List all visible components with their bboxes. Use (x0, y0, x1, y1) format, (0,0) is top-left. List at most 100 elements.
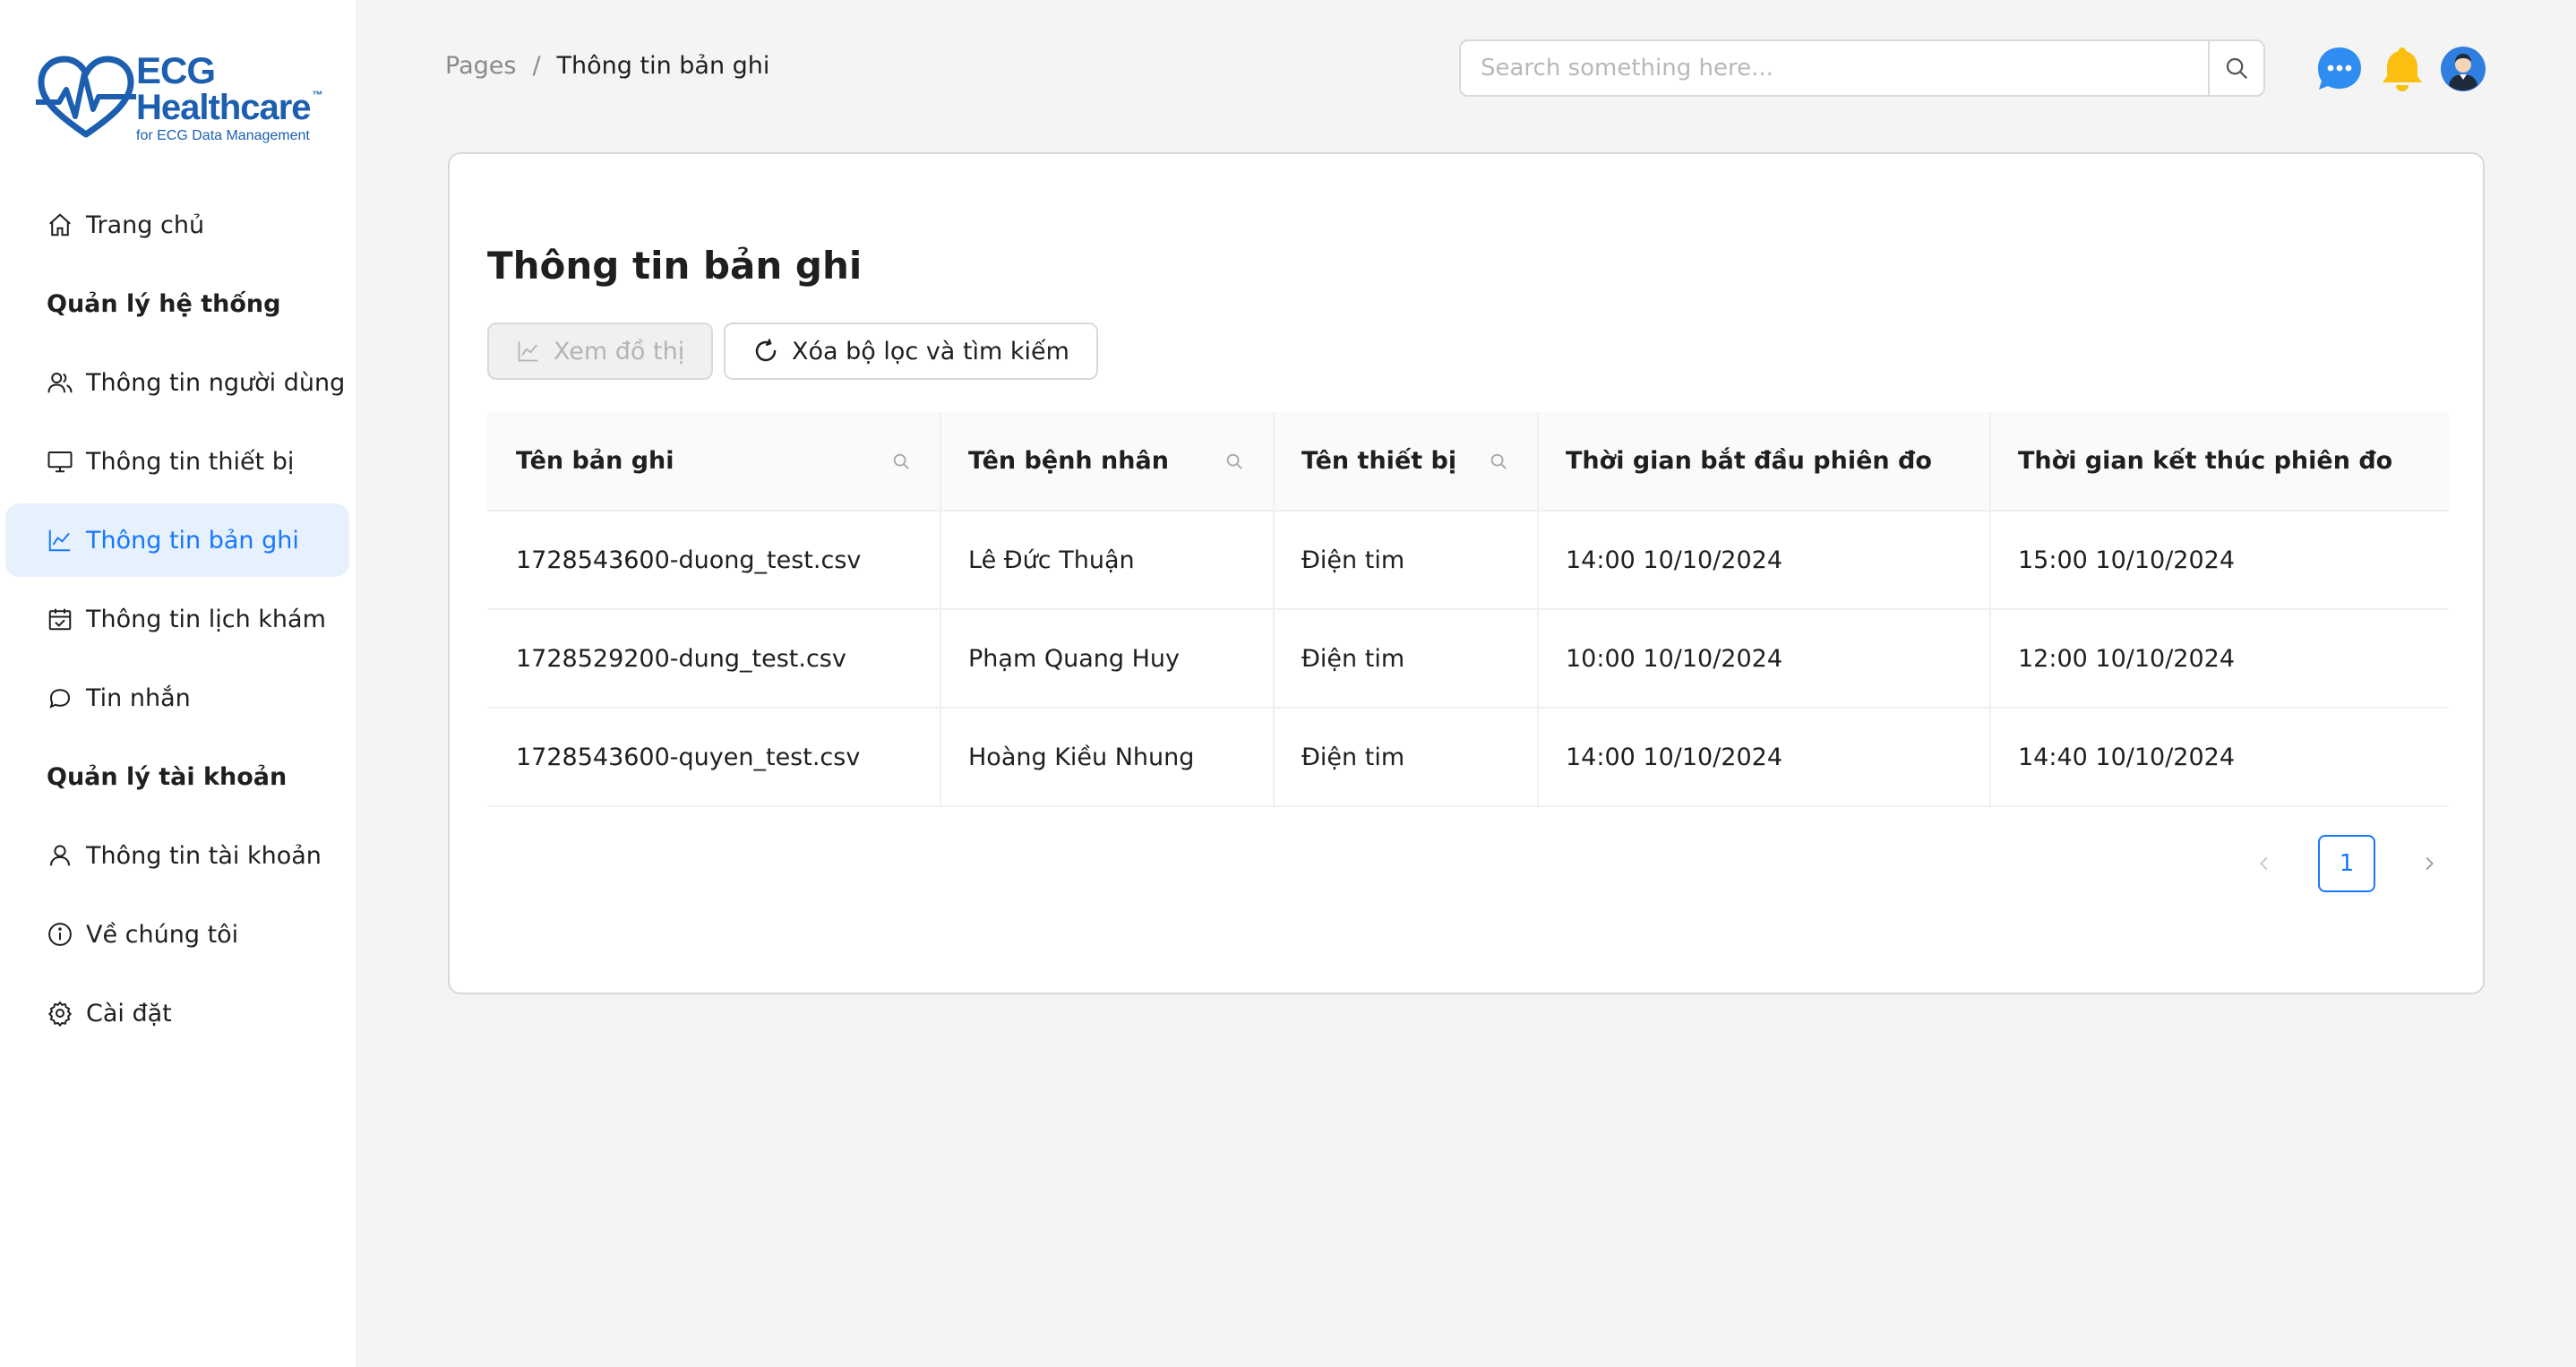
sidebar-item-label: Thông tin thiết bị (86, 447, 295, 476)
reload-icon (755, 339, 777, 362)
cell-device-name: Điện tim (1273, 511, 1537, 610)
filter-search-icon[interactable] (1489, 451, 1508, 471)
chat-icon (47, 684, 73, 711)
search-button[interactable] (2208, 41, 2263, 95)
column-header-label: Tên thiết bị (1301, 447, 1457, 475)
cell-start-time: 14:00 10/10/2024 (1537, 708, 1989, 807)
sidebar-item-label: Thông tin tài khoản (86, 841, 322, 870)
sidebar-item-messages[interactable]: Tin nhắn (5, 661, 349, 735)
sidebar-item-about[interactable]: Về chúng tôi (5, 898, 349, 971)
cell-record-name: 1728543600-quyen_test.csv (487, 708, 940, 807)
cell-start-time: 14:00 10/10/2024 (1537, 511, 1989, 610)
cell-record-name: 1728529200-dung_test.csv (487, 609, 940, 709)
monitor-icon (47, 448, 73, 475)
reset-filter-label: Xóa bộ lọc và tìm kiếm (792, 337, 1069, 365)
column-header-patient-name: Tên bệnh nhân (940, 412, 1273, 512)
table-row[interactable]: 1728529200-dung_test.csv Phạm Quang Huy … (487, 609, 2449, 709)
heart-pulse-icon (36, 56, 136, 138)
line-chart-icon (47, 527, 73, 554)
cell-end-time: 14:40 10/10/2024 (1989, 708, 2449, 807)
page-title: Thông tin bản ghi (487, 244, 863, 288)
brand-text: ECG Healthcare ™ for ECG Data Management (136, 49, 323, 143)
records-table: Tên bản ghi Tên bệnh nhân Tên thiết bị T… (487, 412, 2449, 807)
column-header-label: Thời gian bắt đầu phiên đo (1566, 447, 1932, 475)
cell-record-name: 1728543600-duong_test.csv (487, 511, 940, 610)
line-chart-icon (518, 341, 538, 362)
sidebar-group-system: Quản lý hệ thống (47, 289, 281, 318)
sidebar-item-records[interactable]: Thông tin bản ghi (5, 503, 349, 577)
pagination: 1 (2246, 835, 2447, 892)
column-header-label: Tên bệnh nhân (968, 447, 1169, 475)
sidebar-item-label: Thông tin người dùng (86, 368, 346, 397)
table-row[interactable]: 1728543600-quyen_test.csv Hoàng Kiều Nhu… (487, 708, 2449, 807)
column-header-start-time: Thời gian bắt đầu phiên đo (1537, 412, 1989, 512)
next-page-button[interactable] (2411, 846, 2447, 881)
breadcrumb-root[interactable]: Pages (445, 52, 516, 80)
brand-line1: ECG (136, 49, 216, 91)
cell-end-time: 12:00 10/10/2024 (1989, 609, 2449, 709)
search-input[interactable] (1461, 41, 2208, 95)
gear-icon (47, 1000, 73, 1027)
sidebar-item-label: Thông tin lịch khám (86, 605, 326, 633)
search-box (1459, 39, 2265, 97)
cell-patient-name: Phạm Quang Huy (940, 609, 1273, 709)
sidebar-item-account[interactable]: Thông tin tài khoản (5, 819, 349, 892)
records-card: Thông tin bản ghi Xem đồ thị Xóa bộ lọc … (448, 152, 2485, 994)
sidebar-item-label: Thông tin bản ghi (86, 526, 299, 555)
avatar[interactable] (2440, 46, 2486, 92)
cell-start-time: 10:00 10/10/2024 (1537, 609, 1989, 709)
column-header-label: Tên bản ghi (516, 447, 674, 475)
sidebar-item-settings[interactable]: Cài đặt (5, 976, 349, 1050)
cell-patient-name: Lê Đức Thuận (940, 511, 1273, 610)
sidebar-item-label: Về chúng tôi (86, 920, 239, 949)
sidebar-item-schedule[interactable]: Thông tin lịch khám (5, 582, 349, 656)
table-header-row: Tên bản ghi Tên bệnh nhân Tên thiết bị T… (487, 412, 2449, 512)
cell-patient-name: Hoàng Kiều Nhung (940, 708, 1273, 807)
sidebar-group-account: Quản lý tài khoản (47, 762, 288, 791)
calendar-icon (47, 606, 73, 632)
column-header-device-name: Tên thiết bị (1273, 412, 1537, 512)
column-header-record-name: Tên bản ghi (487, 412, 940, 512)
notifications-button[interactable] (2379, 46, 2426, 92)
cell-end-time: 15:00 10/10/2024 (1989, 511, 2449, 610)
search-icon (2226, 57, 2248, 80)
sidebar: ECG Healthcare ™ for ECG Data Management … (0, 0, 356, 1367)
sidebar-item-label: Trang chủ (86, 211, 205, 239)
column-header-end-time: Thời gian kết thúc phiên đo (1989, 412, 2449, 512)
breadcrumb-separator: / (532, 52, 541, 80)
sidebar-item-label: Cài đặt (86, 999, 172, 1027)
brand-tagline: for ECG Data Management (136, 128, 310, 143)
cell-device-name: Điện tim (1273, 708, 1537, 807)
view-chart-button[interactable]: Xem đồ thị (487, 322, 714, 380)
view-chart-label: Xem đồ thị (554, 337, 685, 365)
sidebar-item-devices[interactable]: Thông tin thiết bị (5, 425, 349, 498)
bell-icon (2383, 47, 2422, 91)
sidebar-item-label: Tin nhắn (86, 684, 191, 712)
table-row[interactable]: 1728543600-duong_test.csv Lê Đức Thuận Đ… (487, 511, 2449, 610)
brand-name: Healthcare (136, 88, 312, 127)
avatar-icon (2441, 47, 2486, 91)
messages-button[interactable] (2316, 46, 2363, 92)
sidebar-nav: Trang chủ Quản lý hệ thống Thông tin ngư… (5, 188, 349, 1055)
sidebar-item-users[interactable]: Thông tin người dùng (5, 346, 349, 419)
breadcrumb: Pages / Thông tin bản ghi (445, 52, 769, 80)
ecg-healthcare-logo[interactable]: ECG Healthcare ™ for ECG Data Management (36, 49, 331, 143)
chevron-right-icon (2426, 856, 2434, 871)
breadcrumb-current: Thông tin bản ghi (556, 52, 770, 80)
filter-search-icon[interactable] (891, 451, 911, 471)
column-header-label: Thời gian kết thúc phiên đo (2018, 447, 2393, 475)
info-icon (47, 921, 73, 948)
chat-bubble-icon (2318, 47, 2361, 90)
chevron-left-icon (2260, 856, 2268, 871)
page-number-button[interactable]: 1 (2318, 835, 2375, 892)
home-icon (47, 211, 73, 238)
users-icon (47, 369, 73, 396)
filter-search-icon[interactable] (1224, 451, 1244, 471)
user-icon (47, 842, 73, 869)
brand-tm: ™ (312, 89, 323, 101)
brand-line2: Healthcare ™ (136, 88, 323, 127)
reset-filter-button[interactable]: Xóa bộ lọc và tìm kiếm (724, 322, 1098, 380)
sidebar-item-home[interactable]: Trang chủ (5, 188, 349, 262)
prev-page-button[interactable] (2246, 846, 2282, 881)
cell-device-name: Điện tim (1273, 609, 1537, 709)
